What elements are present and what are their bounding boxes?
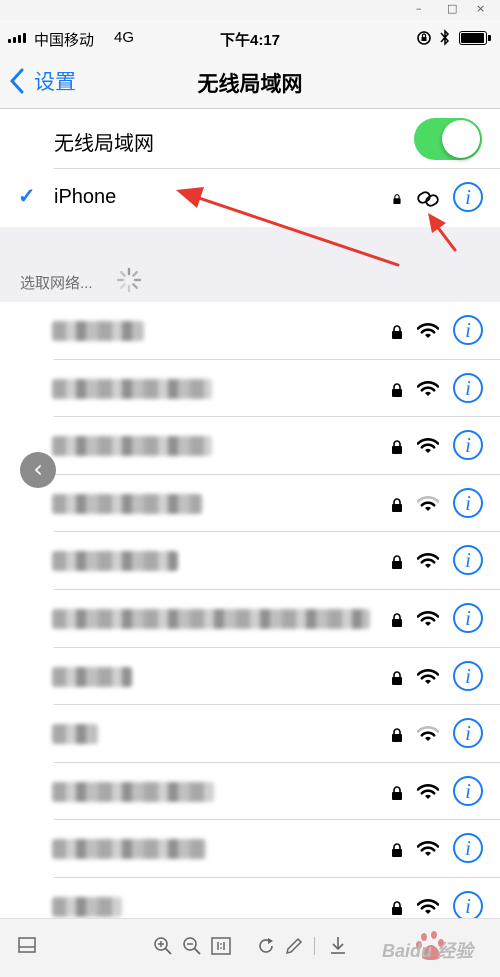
network-list: iiiiiiiiiii: [0, 302, 500, 918]
network-row[interactable]: i: [0, 302, 500, 360]
network-name: [52, 378, 212, 399]
network-type: 4G: [114, 29, 135, 46]
network-name: [52, 436, 212, 457]
network-name: [52, 321, 144, 341]
zoom-out-icon[interactable]: [182, 936, 202, 956]
page-title: 无线局域网: [197, 73, 303, 96]
carrier-label: 中国移动: [34, 32, 95, 49]
lock-icon: [392, 498, 402, 512]
info-button[interactable]: i: [453, 891, 483, 918]
signal-strength-icon: [8, 33, 26, 43]
section-gap: 选取网络...: [0, 227, 500, 302]
network-row[interactable]: i: [0, 417, 500, 475]
info-button[interactable]: i: [453, 430, 483, 461]
wifi-signal-icon: [417, 553, 439, 569]
wifi-toggle-switch[interactable]: [414, 118, 482, 160]
network-name: [52, 839, 206, 860]
wifi-toggle-label: 无线局域网: [54, 133, 154, 155]
wifi-signal-icon: [417, 611, 439, 626]
network-row[interactable]: i: [0, 763, 500, 821]
network-row[interactable]: i: [0, 475, 500, 533]
connected-network-row[interactable]: ✓ iPhone i: [0, 169, 500, 227]
network-name: [52, 551, 178, 572]
lock-icon: [392, 786, 402, 800]
rotation-lock-icon: [417, 31, 431, 45]
close-button[interactable]: ×: [476, 2, 485, 15]
network-row[interactable]: i: [0, 648, 500, 706]
network-name: [52, 493, 202, 514]
download-icon[interactable]: [328, 935, 348, 955]
network-name: [52, 897, 122, 917]
info-button[interactable]: i: [453, 775, 483, 806]
wifi-signal-icon: [417, 668, 439, 684]
network-name: [52, 666, 132, 687]
checkmark-icon: ✓: [18, 185, 36, 208]
network-row[interactable]: i: [0, 878, 500, 918]
battery-icon: [459, 31, 491, 45]
lock-icon: [392, 382, 402, 397]
wifi-signal-icon: [417, 380, 439, 396]
watermark-text: Baidu 经验: [382, 941, 474, 961]
network-name: [52, 609, 370, 629]
lock-icon: [392, 901, 402, 915]
info-button[interactable]: i: [453, 603, 483, 633]
navigation-bar: 设置 无线局域网: [0, 56, 500, 109]
network-name: [52, 781, 214, 802]
network-row[interactable]: i: [0, 360, 500, 418]
wifi-signal-icon: [417, 726, 439, 742]
viewer-toolbar: Baidu 经验: [0, 918, 500, 977]
wifi-signal-icon: [417, 899, 439, 914]
lock-icon: [392, 843, 402, 858]
bluetooth-icon: [440, 29, 450, 46]
wifi-signal-icon: [417, 323, 439, 338]
lock-icon: [392, 440, 402, 455]
toggle-knob: [442, 120, 480, 158]
baidu-jingyan-watermark: Baidu 经验: [382, 929, 492, 965]
lock-icon: [392, 670, 402, 685]
info-button[interactable]: i: [453, 660, 483, 691]
info-button[interactable]: i: [453, 315, 483, 345]
network-name: [52, 724, 98, 745]
pen-icon[interactable]: [284, 936, 304, 956]
maximize-button[interactable]: □: [447, 2, 457, 15]
zoom-in-icon[interactable]: [153, 936, 173, 956]
info-button[interactable]: i: [453, 718, 483, 749]
wifi-signal-icon: [417, 438, 439, 454]
side-collapse-button[interactable]: ‹: [20, 452, 56, 488]
layout-icon[interactable]: [18, 937, 36, 953]
hotspot-link-icon: [417, 191, 439, 207]
network-row[interactable]: i: [0, 820, 500, 878]
lock-icon: [393, 194, 401, 204]
wifi-signal-icon: [417, 783, 439, 799]
info-button[interactable]: i: [453, 833, 483, 864]
toolbar-divider: [314, 937, 315, 955]
wifi-signal-icon: [417, 841, 439, 857]
info-button[interactable]: i: [453, 182, 483, 212]
minimize-button[interactable]: –: [416, 2, 422, 15]
lock-icon: [392, 325, 402, 339]
lock-icon: [392, 613, 402, 627]
section-header: 选取网络...: [20, 275, 93, 292]
lock-icon: [392, 555, 402, 570]
loading-spinner-icon: [116, 267, 142, 293]
info-button[interactable]: i: [453, 487, 483, 518]
actual-size-icon[interactable]: [211, 936, 231, 956]
lock-icon: [392, 728, 402, 743]
network-row[interactable]: i: [0, 532, 500, 590]
network-row[interactable]: i: [0, 705, 500, 763]
status-bar: 中国移动 4G 下午4:17: [0, 20, 500, 56]
rotate-icon[interactable]: [256, 936, 276, 956]
connected-network-name: iPhone: [54, 186, 117, 208]
info-button[interactable]: i: [453, 545, 483, 576]
wifi-signal-icon: [417, 495, 439, 511]
network-row[interactable]: i: [0, 590, 500, 648]
clock: 下午4:17: [220, 32, 281, 49]
info-button[interactable]: i: [453, 372, 483, 403]
window-titlebar: – □ ×: [0, 0, 500, 20]
